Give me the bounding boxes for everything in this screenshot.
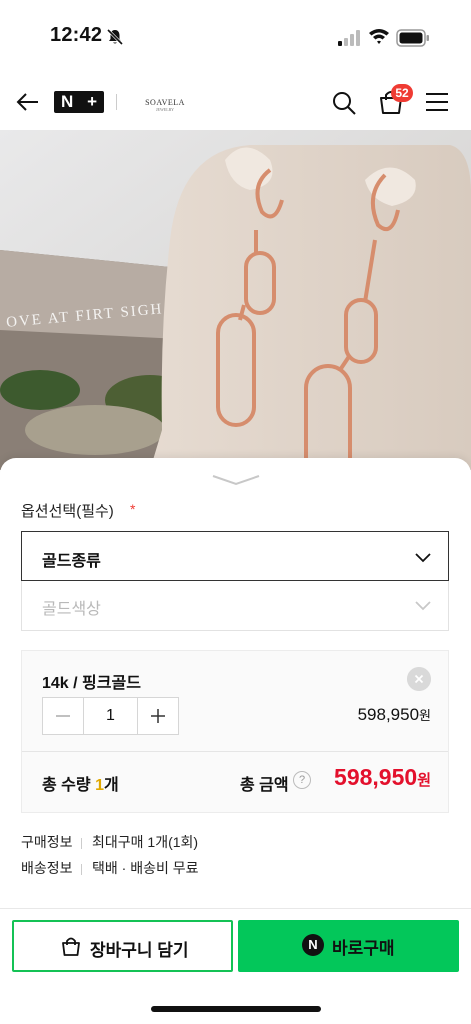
status-time: 12:42: [50, 24, 103, 46]
chevron-down-icon: [415, 601, 431, 611]
status-bar: 12:42: [0, 0, 471, 76]
chevron-down-icon: [415, 553, 431, 563]
action-bar-divider: [0, 908, 471, 909]
add-to-cart-button[interactable]: 장바구니 담기: [12, 920, 233, 972]
cart-count-badge: 52: [391, 84, 413, 102]
buy-now-button[interactable]: N 바로구매: [238, 920, 459, 972]
battery-icon: [396, 29, 429, 47]
option-bottom-sheet: 옵션선택(필수) * 골드종류 골드색상 14k / 핑크골드 1 598,95…: [0, 458, 471, 1024]
currency-unit: 원: [419, 708, 431, 723]
currency-unit: 원: [417, 772, 431, 789]
hamburger-menu-icon[interactable]: [424, 91, 450, 113]
shopping-bag-icon: [62, 937, 80, 956]
nplus-logo-n: N: [60, 92, 74, 111]
home-indicator[interactable]: [151, 1006, 321, 1012]
sheet-collapse-chevron-icon[interactable]: [211, 472, 261, 488]
product-image-illustration: [0, 130, 471, 470]
selected-option-name: 14k / 핑크골드: [42, 675, 141, 692]
wifi-icon: [369, 29, 389, 44]
store-logo-name: SOAVELA: [145, 98, 185, 107]
gold-type-select-label: 골드종류: [42, 553, 101, 570]
purchase-info-key: 구매정보: [21, 834, 73, 850]
nplus-logo[interactable]: N +: [54, 91, 104, 113]
required-mark: *: [130, 501, 136, 517]
product-image: OVE AT FIRT SIGH: [0, 130, 471, 470]
add-to-cart-label: 장바구니 담기: [90, 941, 189, 960]
store-logo[interactable]: SOAVELA JEWELRY: [140, 90, 190, 116]
app-header: N + SOAVELA JEWELRY 52: [0, 76, 471, 130]
selected-option-price: 598,950원: [358, 705, 431, 725]
gold-type-select[interactable]: 골드종류: [21, 531, 449, 581]
total-quantity-number: 1: [95, 777, 104, 794]
purchase-info-row: 구매정보 최대구매 1개(1회): [21, 832, 198, 852]
back-arrow-icon[interactable]: [14, 88, 42, 116]
purchase-info-value: 최대구매 1개(1회): [92, 834, 199, 850]
info-divider: [81, 863, 82, 875]
minus-icon: [56, 715, 70, 717]
store-logo-sub: JEWELRY: [156, 107, 174, 112]
remove-option-icon[interactable]: [407, 667, 431, 691]
total-amount: 598,950원: [334, 764, 431, 791]
shipping-info-value: 택배 · 배송비 무료: [92, 860, 199, 876]
quantity-value[interactable]: 1: [83, 698, 138, 734]
total-quantity-suffix: 개: [103, 777, 119, 794]
option-section-label: 옵션선택(필수): [21, 503, 114, 520]
bell-muted-icon: [106, 28, 124, 46]
search-icon[interactable]: [331, 90, 357, 116]
cellular-signal-icon: [338, 30, 360, 46]
total-amount-value: 598,950: [334, 764, 418, 790]
product-option-screen: 12:42 N + SOAVELA JEWELRY 52 OVE AT FIRT…: [0, 0, 471, 1024]
quantity-decrease-button[interactable]: [43, 698, 83, 734]
plus-icon: [151, 709, 165, 723]
shipping-info-key: 배송정보: [21, 860, 73, 876]
gold-color-select[interactable]: 골드색상: [21, 581, 449, 631]
total-quantity-prefix: 총 수량: [42, 777, 96, 794]
info-divider: [81, 837, 82, 849]
option-box-divider: [22, 751, 448, 752]
quantity-increase-button[interactable]: [138, 698, 178, 734]
buy-now-label: 바로구매: [332, 939, 395, 958]
shipping-info-row: 배송정보 택배 · 배송비 무료: [21, 858, 199, 878]
naver-pay-icon: N: [302, 934, 324, 956]
quantity-stepper: 1: [42, 697, 179, 735]
selected-option-price-value: 598,950: [357, 705, 420, 724]
gold-color-select-placeholder: 골드색상: [42, 601, 101, 618]
header-divider: [116, 94, 117, 110]
selected-option-box: 14k / 핑크골드 1 598,950원 총 수량 1개 총 금액 ? 598…: [21, 650, 449, 813]
help-question-icon[interactable]: ?: [293, 771, 311, 789]
total-quantity: 총 수량 1개: [42, 771, 119, 795]
total-amount-label: 총 금액: [240, 777, 289, 794]
nplus-logo-plus: +: [87, 92, 98, 111]
